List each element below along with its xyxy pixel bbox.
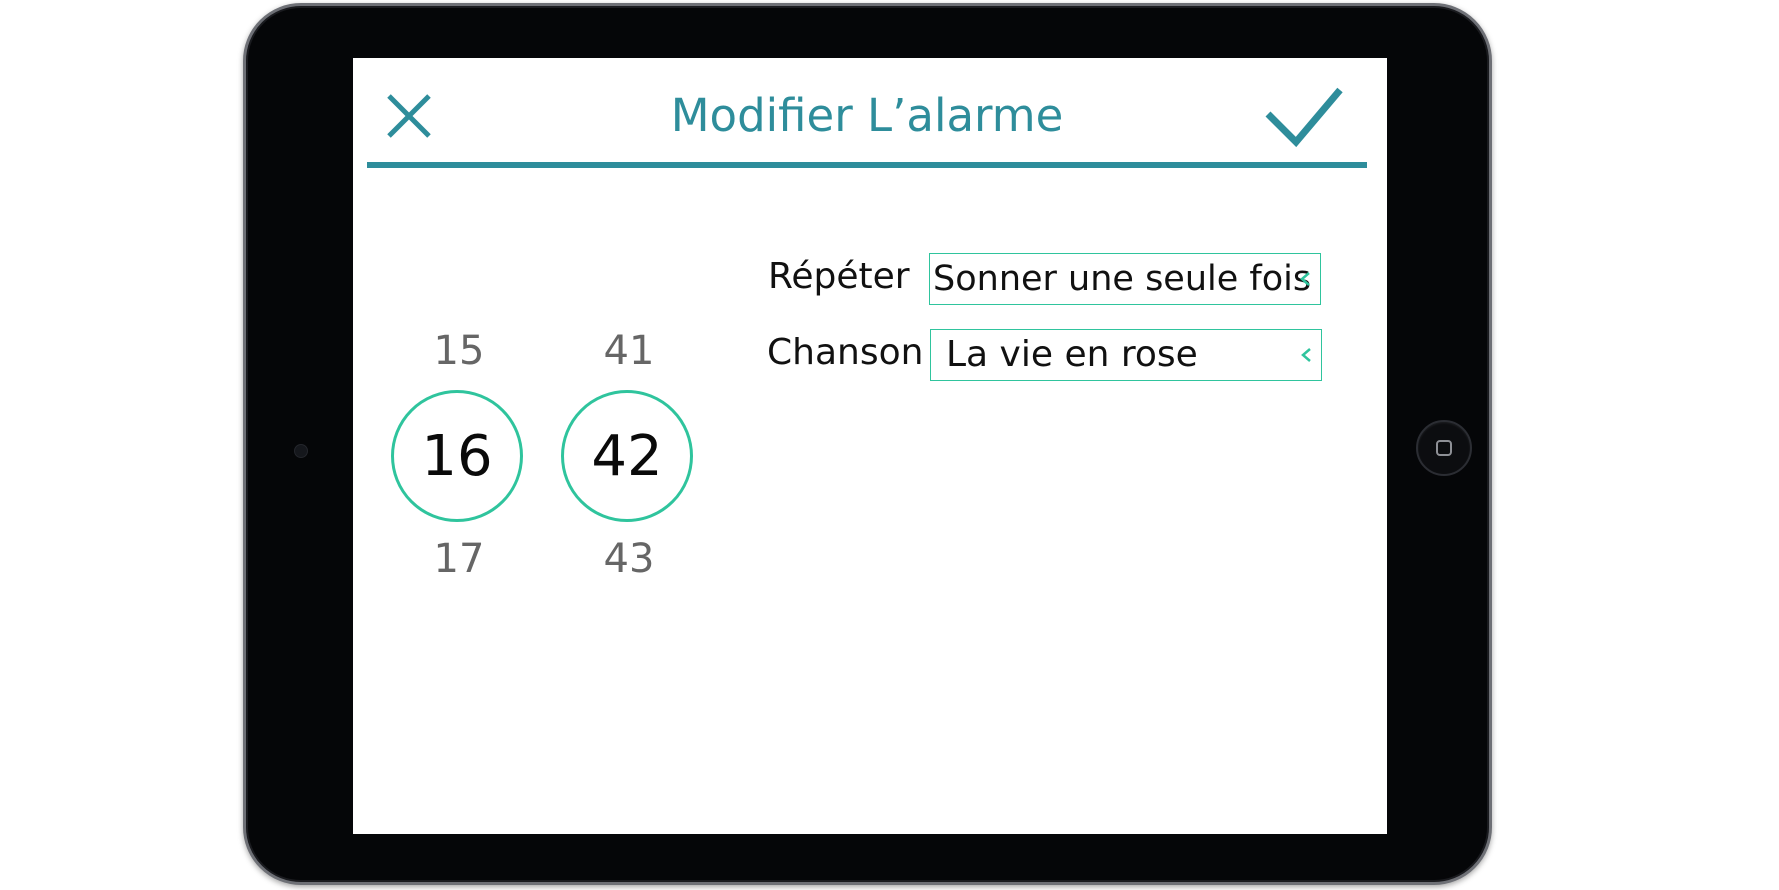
repeat-value: Sonner une seule fois <box>933 259 1312 299</box>
home-square-icon <box>1436 440 1452 456</box>
song-value: La vie en rose <box>946 334 1198 375</box>
close-button[interactable] <box>381 88 439 146</box>
chevron-left-icon <box>1300 272 1310 286</box>
page-title: Modifier L’alarme <box>670 89 1064 142</box>
song-select[interactable]: La vie en rose <box>930 329 1322 381</box>
stage: Modifier L’alarme 15 16 17 41 42 43 Répé… <box>0 0 1779 890</box>
hour-previous[interactable]: 15 <box>389 328 529 374</box>
repeat-select[interactable]: Sonner une seule fois <box>929 253 1321 305</box>
minute-selected[interactable]: 42 <box>561 390 693 522</box>
repeat-label: Répéter <box>768 256 910 297</box>
song-label: Chanson <box>767 332 924 373</box>
close-icon <box>387 94 431 138</box>
chevron-left-icon <box>1301 348 1311 362</box>
hour-selected[interactable]: 16 <box>391 390 523 522</box>
header-bar: Modifier L’alarme <box>367 58 1367 168</box>
app-screen: Modifier L’alarme 15 16 17 41 42 43 Répé… <box>353 58 1387 834</box>
camera-icon <box>294 444 308 458</box>
minute-next[interactable]: 43 <box>559 536 699 582</box>
home-button[interactable] <box>1416 420 1472 476</box>
hour-next[interactable]: 17 <box>389 536 529 582</box>
confirm-button[interactable] <box>1262 80 1344 150</box>
hour-picker[interactable]: 15 16 17 <box>389 328 529 582</box>
check-icon <box>1265 87 1343 148</box>
minute-picker[interactable]: 41 42 43 <box>559 328 699 582</box>
minute-previous[interactable]: 41 <box>559 328 699 374</box>
